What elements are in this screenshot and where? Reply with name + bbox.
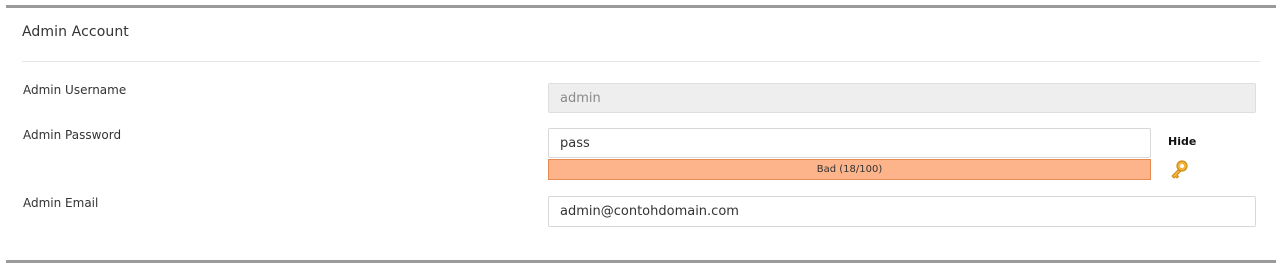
hide-password-link[interactable]: Hide [1168,135,1196,148]
password-strength-meter: Bad (18/100) [548,159,1151,180]
admin-email-value: admin@contohdomain.com [560,204,739,219]
admin-account-panel: Admin Account Admin Username admin Admin… [6,5,1276,263]
admin-password-label: Admin Password [23,128,122,142]
section-title: Admin Account [22,24,129,40]
admin-username-value: admin [560,90,601,106]
password-strength-text: Bad (18/100) [816,164,883,175]
admin-password-value: pass [560,135,590,151]
key-icon[interactable] [1169,159,1189,179]
admin-email-label: Admin Email [23,196,99,210]
admin-username-input[interactable]: admin [548,83,1256,113]
admin-password-input[interactable]: pass [548,128,1151,158]
admin-username-label: Admin Username [23,83,127,97]
admin-email-input[interactable]: admin@contohdomain.com [548,196,1256,227]
section-divider [22,61,1260,62]
